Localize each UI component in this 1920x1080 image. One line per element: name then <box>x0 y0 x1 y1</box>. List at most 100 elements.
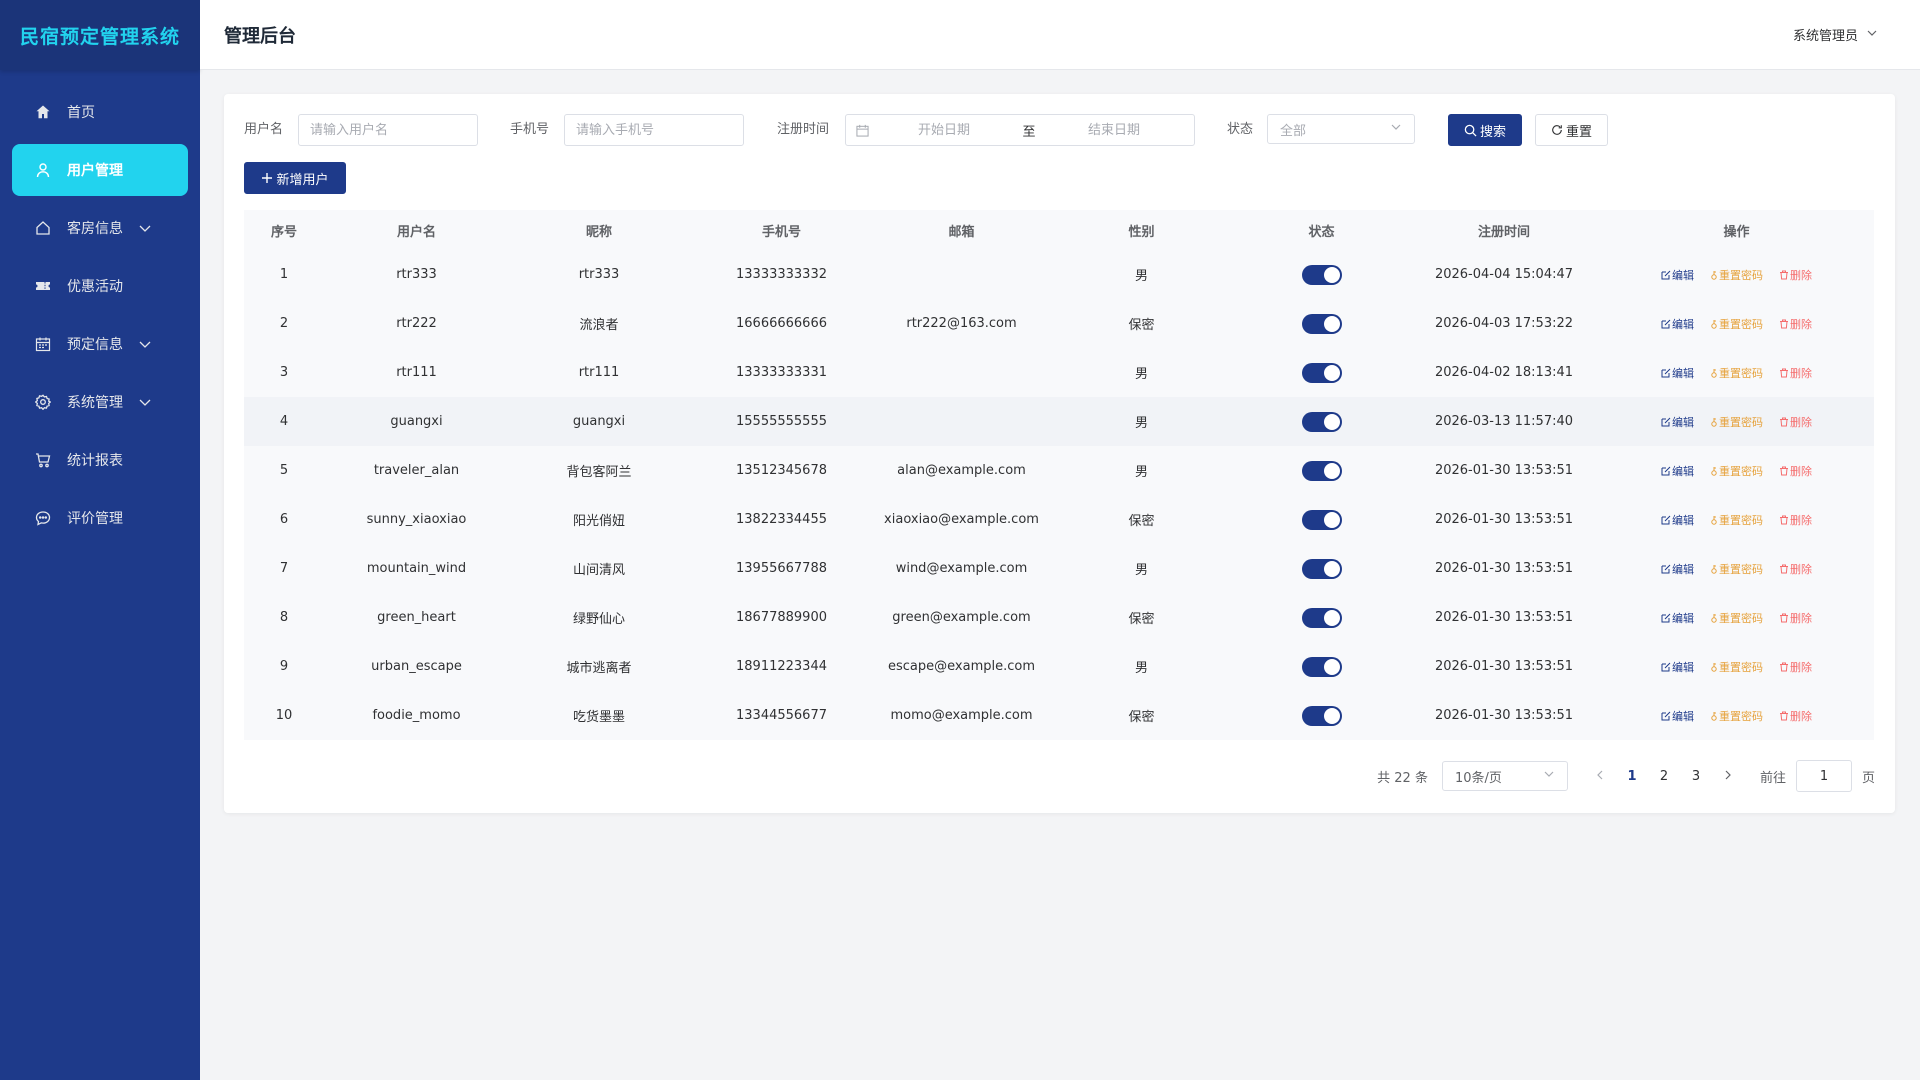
search-button[interactable]: 搜索 <box>1448 114 1522 146</box>
cell-phone: 13822334455 <box>689 495 874 544</box>
reset-password-link[interactable]: 重置密码 <box>1710 463 1763 479</box>
reset-password-link[interactable]: 重置密码 <box>1710 659 1763 675</box>
trash-icon <box>1779 417 1789 427</box>
sidebar-item-home[interactable]: 首页 <box>12 86 188 138</box>
row-actions: 编辑 重置密码 删除 <box>1599 463 1874 479</box>
cell-actions: 编辑 重置密码 删除 <box>1599 348 1874 397</box>
cell-status <box>1234 544 1409 593</box>
delete-link[interactable]: 删除 <box>1779 561 1812 577</box>
chevron-down-icon <box>138 395 152 413</box>
cell-username: green_heart <box>324 593 509 642</box>
delete-link[interactable]: 删除 <box>1779 267 1812 283</box>
page-number[interactable]: 3 <box>1680 760 1712 792</box>
col-nickname: 昵称 <box>509 210 689 250</box>
delete-link[interactable]: 删除 <box>1779 610 1812 626</box>
reset-password-link[interactable]: 重置密码 <box>1710 561 1763 577</box>
user-icon <box>34 161 52 179</box>
cell-no: 6 <box>244 495 324 544</box>
delete-link[interactable]: 删除 <box>1779 463 1812 479</box>
edit-link[interactable]: 编辑 <box>1661 659 1694 675</box>
next-page-button[interactable] <box>1712 760 1744 792</box>
status-toggle[interactable] <box>1301 509 1342 530</box>
reset-password-link[interactable]: 重置密码 <box>1710 267 1763 283</box>
sidebar-item-system[interactable]: 系统管理 <box>12 376 188 428</box>
cell-status <box>1234 250 1409 299</box>
sidebar-item-users[interactable]: 用户管理 <box>12 144 188 196</box>
status-toggle[interactable] <box>1301 313 1342 334</box>
page-number[interactable]: 1 <box>1616 760 1648 792</box>
page-size-select[interactable]: 10条/页 <box>1441 761 1568 791</box>
edit-icon <box>1661 662 1671 672</box>
delete-link[interactable]: 删除 <box>1779 365 1812 381</box>
sidebar-item-bookings[interactable]: 预定信息 <box>12 318 188 370</box>
cell-nickname: rtr333 <box>509 250 689 299</box>
gear-icon <box>34 393 52 411</box>
add-user-button[interactable]: 新增用户 <box>244 162 346 194</box>
reset-password-link[interactable]: 重置密码 <box>1710 512 1763 528</box>
sidebar-item-rooms[interactable]: 客房信息 <box>12 202 188 254</box>
status-toggle[interactable] <box>1301 705 1342 726</box>
reset-password-link[interactable]: 重置密码 <box>1710 316 1763 332</box>
delete-link[interactable]: 删除 <box>1779 512 1812 528</box>
edit-link[interactable]: 编辑 <box>1661 267 1694 283</box>
cell-registered: 2026-01-30 13:53:51 <box>1409 642 1599 691</box>
status-toggle[interactable] <box>1301 656 1342 677</box>
username-input[interactable] <box>299 115 477 145</box>
delete-link[interactable]: 删除 <box>1779 414 1812 430</box>
status-toggle[interactable] <box>1301 411 1342 432</box>
status-select[interactable]: 全部 <box>1267 114 1415 144</box>
cell-registered: 2026-01-30 13:53:51 <box>1409 593 1599 642</box>
status-toggle[interactable] <box>1301 460 1342 481</box>
edit-link[interactable]: 编辑 <box>1661 414 1694 430</box>
cell-registered: 2026-04-04 15:04:47 <box>1409 250 1599 299</box>
trash-icon <box>1779 319 1789 329</box>
cell-phone: 13955667788 <box>689 544 874 593</box>
status-toggle[interactable] <box>1301 607 1342 628</box>
cell-username: traveler_alan <box>324 446 509 495</box>
edit-link[interactable]: 编辑 <box>1661 316 1694 332</box>
status-toggle[interactable] <box>1301 362 1342 383</box>
sidebar-item-promotions[interactable]: 优惠活动 <box>12 260 188 312</box>
cell-status <box>1234 495 1409 544</box>
goto-page-input[interactable]: 1 <box>1795 760 1852 792</box>
edit-link[interactable]: 编辑 <box>1661 610 1694 626</box>
phone-input[interactable] <box>565 115 743 145</box>
delete-link[interactable]: 删除 <box>1779 708 1812 724</box>
user-menu[interactable]: 系统管理员 <box>1793 25 1878 44</box>
reset-password-link[interactable]: 重置密码 <box>1710 708 1763 724</box>
reset-password-label: 重置密码 <box>1719 366 1763 380</box>
chevron-left-icon <box>1595 769 1605 784</box>
cell-gender: 男 <box>1049 544 1234 593</box>
page-number[interactable]: 2 <box>1648 760 1680 792</box>
edit-icon <box>1661 711 1671 721</box>
key-icon <box>1710 515 1718 525</box>
edit-link[interactable]: 编辑 <box>1661 463 1694 479</box>
cell-actions: 编辑 重置密码 删除 <box>1599 495 1874 544</box>
edit-link[interactable]: 编辑 <box>1661 561 1694 577</box>
reset-password-link[interactable]: 重置密码 <box>1710 365 1763 381</box>
table-row: 4 guangxi guangxi 15555555555 男 2026-03-13 11… <box>244 397 1874 446</box>
col-phone: 手机号 <box>689 210 874 250</box>
username-label: 用户名 <box>244 122 284 137</box>
end-date-input[interactable] <box>1039 115 1189 145</box>
cell-username: rtr111 <box>324 348 509 397</box>
sidebar-item-reports[interactable]: 统计报表 <box>12 434 188 486</box>
delete-label: 删除 <box>1790 464 1812 478</box>
date-range-picker[interactable]: 至 <box>845 114 1195 146</box>
status-toggle[interactable] <box>1301 264 1342 285</box>
edit-link[interactable]: 编辑 <box>1661 365 1694 381</box>
delete-link[interactable]: 删除 <box>1779 659 1812 675</box>
sidebar-item-label: 评价管理 <box>67 511 123 527</box>
edit-link[interactable]: 编辑 <box>1661 708 1694 724</box>
edit-link[interactable]: 编辑 <box>1661 512 1694 528</box>
status-toggle[interactable] <box>1301 558 1342 579</box>
start-date-input[interactable] <box>869 115 1019 145</box>
sidebar-item-reviews[interactable]: 评价管理 <box>12 492 188 544</box>
prev-page-button[interactable] <box>1584 760 1616 792</box>
reset-password-link[interactable]: 重置密码 <box>1710 414 1763 430</box>
reset-button[interactable]: 重置 <box>1535 114 1608 146</box>
cell-email: wind@example.com <box>874 544 1049 593</box>
cell-no: 8 <box>244 593 324 642</box>
reset-password-link[interactable]: 重置密码 <box>1710 610 1763 626</box>
delete-link[interactable]: 删除 <box>1779 316 1812 332</box>
